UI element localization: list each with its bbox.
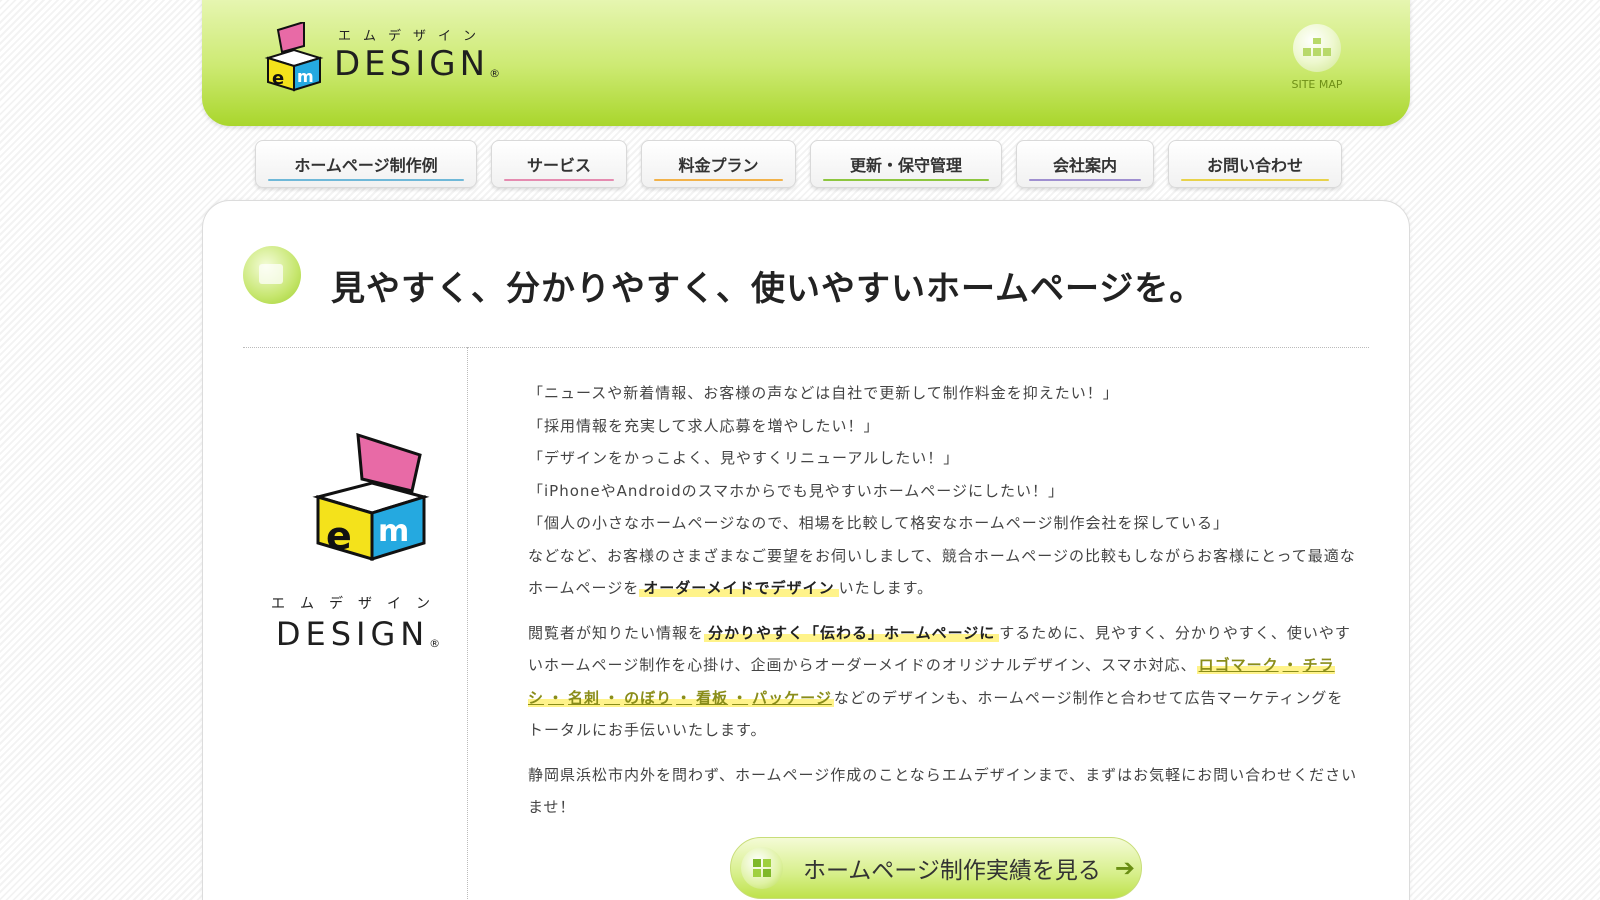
page: e m エムデザイン DESIGN® SITE MAP ホームページ制作例 サー [0, 0, 1600, 900]
nav-label: 更新・保守管理 [849, 156, 962, 175]
quote-line: 「デザインをかっこよく、見やすくリニューアルしたい！」 [528, 449, 960, 467]
nav-label: お問い合わせ [1206, 156, 1303, 175]
svg-text:m: m [297, 67, 314, 86]
link-package[interactable]: パッケージ [750, 688, 834, 707]
link-business-card[interactable]: 名刺 [566, 688, 603, 707]
sitemap-icon [1293, 24, 1341, 72]
page-title: 見やすく、分かりやすく、使いやすいホームページを。 [331, 269, 1205, 309]
side-logo: e m エムデザイン DESIGN® [263, 432, 453, 653]
logo-box-icon: e m [312, 432, 430, 562]
highlight-text: 分かりやすく「伝わる」ホームページに [704, 623, 1000, 642]
svg-text:e: e [326, 514, 352, 558]
link-separator: ・ [730, 688, 751, 707]
main-panel: 見やすく、分かりやすく、使いやすいホームページを。 e m エムデザイン DES… [202, 200, 1410, 900]
quote-line: 「採用情報を充実して求人応募を増やしたい！」 [528, 416, 880, 435]
site-header: e m エムデザイン DESIGN® SITE MAP [202, 0, 1410, 126]
side-logo-kana: エムデザイン [271, 596, 445, 612]
link-separator: ・ [546, 688, 567, 707]
svg-text:e: e [272, 68, 284, 89]
quote-line: 「個人の小さなホームページなので、相場を比較して格安なホームページ制作会社を探し… [528, 514, 1230, 532]
paragraph-text: 閲覧者が知りたい情報を [528, 623, 705, 642]
side-logo-word: DESIGN [275, 615, 430, 653]
nav-works[interactable]: ホームページ制作例 [255, 140, 477, 188]
hero-box-icon [243, 245, 301, 304]
logo-kana: エムデザイン [338, 29, 489, 44]
link-separator: ・ [1280, 656, 1301, 674]
paragraph-3: 静岡県浜松市内外を問わず、ホームページ作成のことならエムデザインまで、まずはお気… [528, 765, 1358, 817]
nav-label: サービス [526, 156, 591, 175]
registered-mark: ® [489, 67, 501, 80]
link-separator: ・ [602, 688, 623, 707]
quote-line: 「iPhoneやAndroidのスマホからでも見やすいホームページにしたい！」 [528, 481, 1064, 500]
logo-text: エムデザイン DESIGN® [334, 25, 500, 84]
sitemap-label: SITE MAP [1291, 78, 1343, 91]
cta-label: ホームページ制作実績を見る [803, 858, 1101, 884]
arrow-right-icon: ➔ [1114, 854, 1135, 882]
intro-text: 「ニュースや新着情報、お客様の声などは自社で更新して制作料金を抑えたい！」 「採… [528, 377, 1358, 824]
nav-pricing[interactable]: 料金プラン [641, 140, 796, 188]
sitemap-link[interactable]: SITE MAP [1282, 24, 1352, 91]
paragraph-1: などなど、お客様のさまざまなご要望をお伺いしまして、競合ホームページの比較もしな… [528, 540, 1358, 605]
registered-mark: ® [429, 637, 441, 650]
nav-service[interactable]: サービス [491, 140, 627, 188]
nav-label: 会社案内 [1052, 156, 1117, 175]
side-logo-wordmark: DESIGN® [263, 615, 453, 653]
link-banner-flag[interactable]: のぼり [622, 688, 675, 707]
hero: 見やすく、分かりやすく、使いやすいホームページを。 [243, 239, 1204, 310]
link-signboard[interactable]: 看板 [694, 688, 731, 707]
logo-wordmark: DESIGN® [334, 44, 500, 84]
link-separator: ・ [674, 688, 695, 707]
svg-text:m: m [378, 514, 409, 549]
nav-contact[interactable]: お問い合わせ [1168, 140, 1342, 188]
global-nav: ホームページ制作例 サービス 料金プラン 更新・保守管理 会社案内 お問い合わせ [255, 140, 1342, 188]
highlight-text: オーダーメイドでデザイン [639, 579, 839, 597]
divider [243, 347, 1369, 348]
nav-label: 料金プラン [678, 156, 759, 175]
logo-box-icon: e m [264, 22, 324, 92]
cube-icon [741, 847, 783, 889]
logo-word: DESIGN [334, 44, 490, 84]
view-works-button[interactable]: ホームページ制作実績を見る ➔ [730, 837, 1142, 899]
nav-label: ホームページ制作例 [294, 156, 438, 175]
quote-line: 「ニュースや新着情報、お客様の声などは自社で更新して制作料金を抑えたい！」 [528, 384, 1119, 402]
paragraph-text: いたします。 [838, 579, 934, 597]
nav-maintenance[interactable]: 更新・保守管理 [810, 140, 1002, 188]
link-logo[interactable]: ロゴマーク [1196, 656, 1281, 674]
site-logo[interactable]: e m エムデザイン DESIGN® [264, 22, 500, 92]
column-divider [467, 347, 468, 900]
nav-company[interactable]: 会社案内 [1016, 140, 1154, 188]
paragraph-2: 閲覧者が知りたい情報を 分かりやすく「伝わる」ホームページに するために、見やすく、… [528, 617, 1358, 747]
